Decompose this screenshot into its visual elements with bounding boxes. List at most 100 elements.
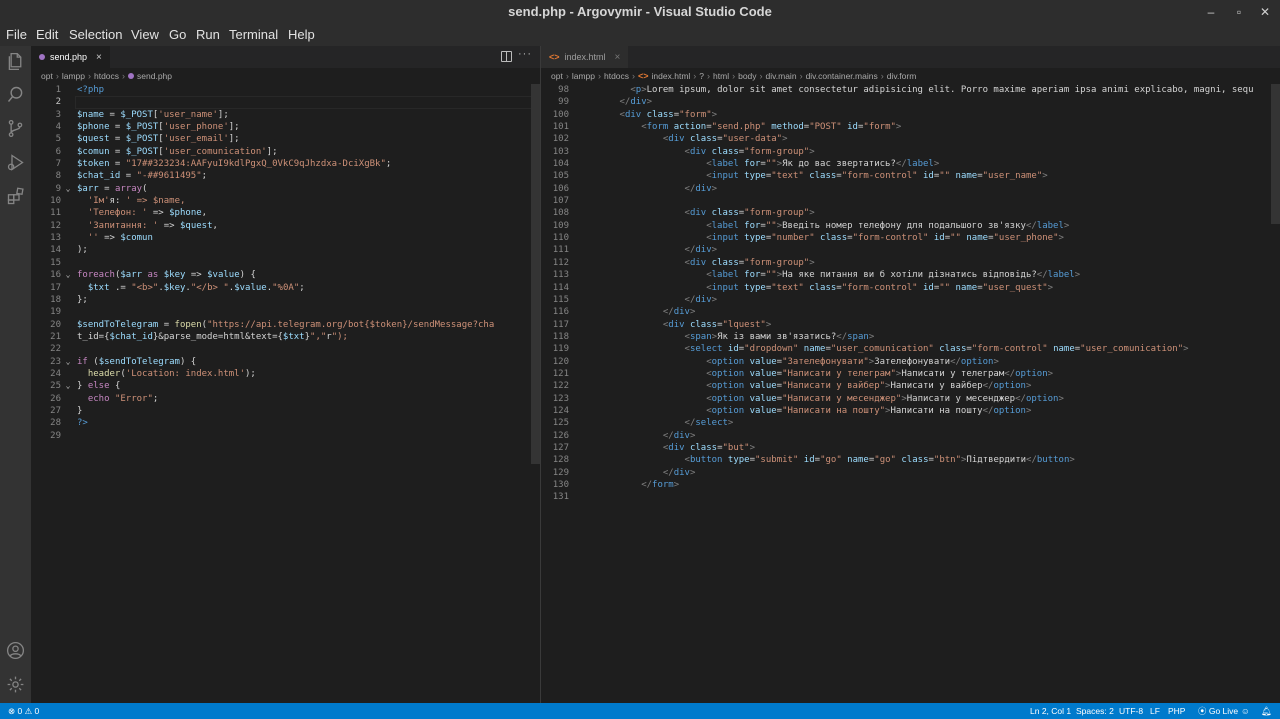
scrollbar-thumb[interactable]: [531, 84, 540, 464]
code-line[interactable]: 2: [31, 96, 540, 109]
eol-setting[interactable]: LF: [1150, 703, 1160, 719]
code-line[interactable]: 116 </div>: [541, 306, 1280, 318]
notifications-bell-icon[interactable]: 🔔︎: [1261, 703, 1272, 719]
menu-edit[interactable]: Edit: [36, 24, 58, 46]
fold-chevron-icon[interactable]: ⌄: [63, 183, 73, 195]
code-line[interactable]: 120 <option value="Зателефонувати">Зател…: [541, 356, 1280, 368]
fold-chevron-icon[interactable]: ⌄: [63, 356, 73, 368]
code-line[interactable]: 22: [31, 343, 540, 355]
code-line[interactable]: 26 echo "Error";: [31, 393, 540, 405]
code-line[interactable]: 119 <select id="dropdown" name="user_com…: [541, 343, 1280, 355]
vertical-scrollbar[interactable]: [531, 84, 540, 703]
feedback-icon[interactable]: ☺: [1241, 703, 1250, 719]
search-icon[interactable]: [5, 84, 26, 105]
code-line[interactable]: 111 </div>: [541, 244, 1280, 256]
code-line[interactable]: 131: [541, 491, 1280, 503]
code-line[interactable]: 25 ⌄} else {: [31, 380, 540, 392]
code-line[interactable]: 4 $phone = $_POST['user_phone'];: [31, 121, 540, 133]
code-line[interactable]: 19: [31, 306, 540, 318]
code-line[interactable]: 20 $sendToTelegram = fopen("https://api.t…: [31, 319, 540, 331]
code-line[interactable]: 13 '' => $comun: [31, 232, 540, 244]
breadcrumb-item[interactable]: div.form: [887, 71, 917, 81]
code-line[interactable]: 107: [541, 195, 1280, 207]
code-editor-index-html[interactable]: 98 <p>Lorem ipsum, dolor sit amet consec…: [541, 84, 1280, 703]
menu-view[interactable]: View: [131, 24, 159, 46]
code-line[interactable]: 1 <?php: [31, 84, 540, 96]
code-line[interactable]: 28 ?>: [31, 417, 540, 429]
breadcrumb-item[interactable]: ?: [699, 71, 704, 81]
breadcrumb-item[interactable]: div.main: [766, 71, 797, 81]
breadcrumb-item[interactable]: lampp: [572, 71, 595, 81]
code-line[interactable]: 29: [31, 430, 540, 442]
code-line[interactable]: 101 <form action="send.php" method="POST…: [541, 121, 1280, 133]
code-line[interactable]: 104 <label for="">Як до вас звертатись?<…: [541, 158, 1280, 170]
code-line[interactable]: 12 'Запитання: ' => $quest,: [31, 220, 540, 232]
go-live-button[interactable]: ⦿ Go Live: [1198, 703, 1238, 719]
run-debug-icon[interactable]: [5, 152, 26, 173]
code-line[interactable]: 106 </div>: [541, 183, 1280, 195]
code-line[interactable]: 11 'Телефон: ' => $phone,: [31, 207, 540, 219]
settings-gear-icon[interactable]: [5, 674, 26, 695]
code-editor-send-php[interactable]: 1 <?php 2 3 $name = $_POST['user_name']; 4 $ph…: [31, 84, 540, 703]
code-line[interactable]: 5 $quest = $_POST['user_email'];: [31, 133, 540, 145]
code-line[interactable]: 21 t_id={$chat_id}&parse_mode=html&text={…: [31, 331, 540, 343]
code-line[interactable]: 112 <div class="form-group">: [541, 257, 1280, 269]
more-actions-icon[interactable]: ···: [518, 48, 532, 60]
code-line[interactable]: 102 <div class="user-data">: [541, 133, 1280, 145]
breadcrumb-item[interactable]: index.html: [652, 71, 691, 81]
menu-go[interactable]: Go: [169, 24, 186, 46]
menu-run[interactable]: Run: [196, 24, 220, 46]
code-line[interactable]: 9 ⌄ $arr = array(: [31, 183, 540, 195]
code-line[interactable]: 3 $name = $_POST['user_name'];: [31, 109, 540, 121]
code-line[interactable]: 129 </div>: [541, 467, 1280, 479]
code-line[interactable]: 100 <div class="form">: [541, 109, 1280, 121]
code-line[interactable]: 7 $token = "17##323234:AAFyuI9kdlPgxQ_0Vk…: [31, 158, 540, 170]
code-line[interactable]: 113 <label for="">На яке питання ви б хо…: [541, 269, 1280, 281]
code-line[interactable]: 14);: [31, 244, 540, 256]
code-line[interactable]: 117 <div class="lquest">: [541, 319, 1280, 331]
code-line[interactable]: 10 'Ім'я: ' => $name,: [31, 195, 540, 207]
fold-chevron-icon[interactable]: ⌄: [63, 380, 73, 392]
split-editor-icon[interactable]: [501, 51, 512, 62]
breadcrumb-item[interactable]: opt: [551, 71, 563, 81]
code-line[interactable]: 18};: [31, 294, 540, 306]
tab-close-icon[interactable]: ×: [615, 52, 621, 63]
code-line[interactable]: 128 <button type="submit" id="go" name="…: [541, 454, 1280, 466]
vertical-scrollbar[interactable]: [1271, 84, 1280, 703]
code-line[interactable]: 114 <input type="text" class="form-contr…: [541, 282, 1280, 294]
code-line[interactable]: 127 <div class="but">: [541, 442, 1280, 454]
encoding-setting[interactable]: UTF-8: [1119, 703, 1143, 719]
code-line[interactable]: 27}: [31, 405, 540, 417]
code-line[interactable]: 24 header('Location: index.html');: [31, 368, 540, 380]
breadcrumb-item[interactable]: body: [738, 71, 756, 81]
code-line[interactable]: 118 <span>Як із вами зв'язатись?</span>: [541, 331, 1280, 343]
breadcrumb-item[interactable]: lampp: [62, 71, 85, 81]
code-line[interactable]: 103 <div class="form-group">: [541, 146, 1280, 158]
tab-close-icon[interactable]: ×: [96, 52, 102, 63]
breadcrumb-item[interactable]: opt: [41, 71, 53, 81]
minimize-icon[interactable]: –: [1202, 3, 1220, 21]
tab-index-html[interactable]: <> index.html ×: [541, 46, 629, 68]
code-line[interactable]: 123 <option value="Написати у месенджер"…: [541, 393, 1280, 405]
breadcrumb-item[interactable]: htdocs: [94, 71, 119, 81]
breadcrumb-item[interactable]: html: [713, 71, 729, 81]
account-icon[interactable]: [5, 640, 26, 661]
indentation-setting[interactable]: Spaces: 2: [1076, 703, 1114, 719]
code-line[interactable]: 108 <div class="form-group">: [541, 207, 1280, 219]
code-line[interactable]: 99 </div>: [541, 96, 1280, 108]
files-icon[interactable]: [5, 51, 26, 72]
code-line[interactable]: 15: [31, 257, 540, 269]
code-line[interactable]: 130 </form>: [541, 479, 1280, 491]
language-mode[interactable]: PHP: [1168, 703, 1185, 719]
menu-file[interactable]: File: [6, 24, 27, 46]
fold-chevron-icon[interactable]: ⌄: [63, 269, 73, 281]
code-line[interactable]: 23 ⌄ if ($sendToTelegram) {: [31, 356, 540, 368]
code-line[interactable]: 125 </select>: [541, 417, 1280, 429]
scrollbar-thumb[interactable]: [1271, 84, 1280, 224]
code-line[interactable]: 16 ⌄ foreach($arr as $key => $value) {: [31, 269, 540, 281]
code-line[interactable]: 98 <p>Lorem ipsum, dolor sit amet consec…: [541, 84, 1280, 96]
code-line[interactable]: 105 <input type="text" class="form-contr…: [541, 170, 1280, 182]
breadcrumb-item[interactable]: div.container.mains: [806, 71, 878, 81]
code-line[interactable]: 8 $chat_id = "-##9611495";: [31, 170, 540, 182]
menu-selection[interactable]: Selection: [69, 24, 122, 46]
